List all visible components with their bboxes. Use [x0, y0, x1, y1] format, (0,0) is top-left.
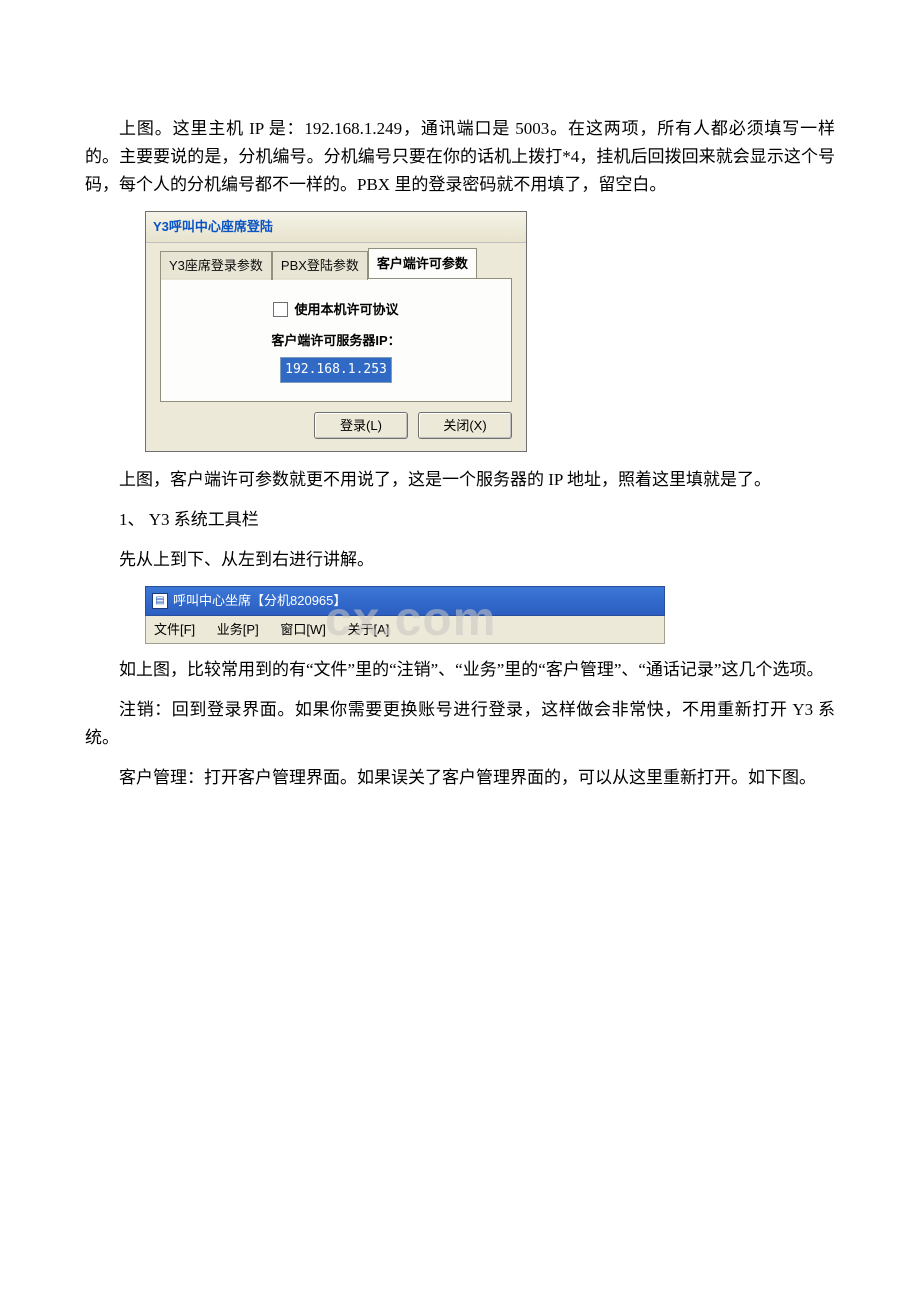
close-button[interactable]: 关闭(X)	[418, 412, 512, 439]
app-menu-bar: 文件[F] 业务[P] 窗口[W] 关于[A]	[145, 616, 665, 644]
menu-business[interactable]: 业务[P]	[217, 622, 259, 637]
paragraph-1: 上图。这里主机 IP 是：192.168.1.249，通讯端口是 5003。在这…	[85, 115, 835, 199]
license-server-ip-input[interactable]: 192.168.1.253	[280, 357, 392, 382]
paragraph-2: 上图，客户端许可参数就更不用说了，这是一个服务器的 IP 地址，照着这里填就是了…	[85, 466, 835, 494]
use-local-license-label: 使用本机许可协议	[294, 299, 398, 320]
paragraph-4: 先从上到下、从左到右进行讲解。	[85, 546, 835, 574]
menu-file[interactable]: 文件[F]	[154, 622, 195, 637]
tab-client-license-params[interactable]: 客户端许可参数	[368, 248, 477, 277]
menubar-screenshot: cx.com ▤ 呼叫中心坐席【分机820965】 文件[F] 业务[P] 窗口…	[145, 586, 665, 644]
paragraph-6: 注销：回到登录界面。如果你需要更换账号进行登录，这样做会非常快，不用重新打开 Y…	[85, 696, 835, 752]
menu-about[interactable]: 关于[A]	[347, 622, 389, 637]
login-button[interactable]: 登录(L)	[314, 412, 408, 439]
app-title-text: 呼叫中心坐席【分机820965】	[173, 590, 346, 611]
paragraph-7: 客户管理：打开客户管理界面。如果误关了客户管理界面的，可以从这里重新打开。如下图…	[85, 764, 835, 792]
paragraph-3: 1、 Y3 系统工具栏	[85, 506, 835, 534]
license-server-ip-label: 客户端许可服务器IP：	[171, 330, 501, 351]
dialog-title: Y3呼叫中心座席登陆	[146, 212, 526, 242]
tab-strip: Y3座席登录参数 PBX登陆参数 客户端许可参数	[160, 255, 512, 278]
login-dialog: Y3呼叫中心座席登陆 Y3座席登录参数 PBX登陆参数 客户端许可参数 使用本机…	[145, 211, 527, 452]
app-icon: ▤	[152, 593, 168, 609]
paragraph-5: 如上图，比较常用到的有“文件”里的“注销”、“业务”里的“客户管理”、“通话记录…	[85, 656, 835, 684]
use-local-license-checkbox[interactable]	[273, 302, 288, 317]
tab-y3-login-params[interactable]: Y3座席登录参数	[160, 251, 272, 279]
tab-panel-client-license: 使用本机许可协议 客户端许可服务器IP： 192.168.1.253	[160, 278, 512, 402]
menu-window[interactable]: 窗口[W]	[280, 622, 326, 637]
app-titlebar: ▤ 呼叫中心坐席【分机820965】	[145, 586, 665, 615]
tab-pbx-login-params[interactable]: PBX登陆参数	[272, 251, 368, 279]
